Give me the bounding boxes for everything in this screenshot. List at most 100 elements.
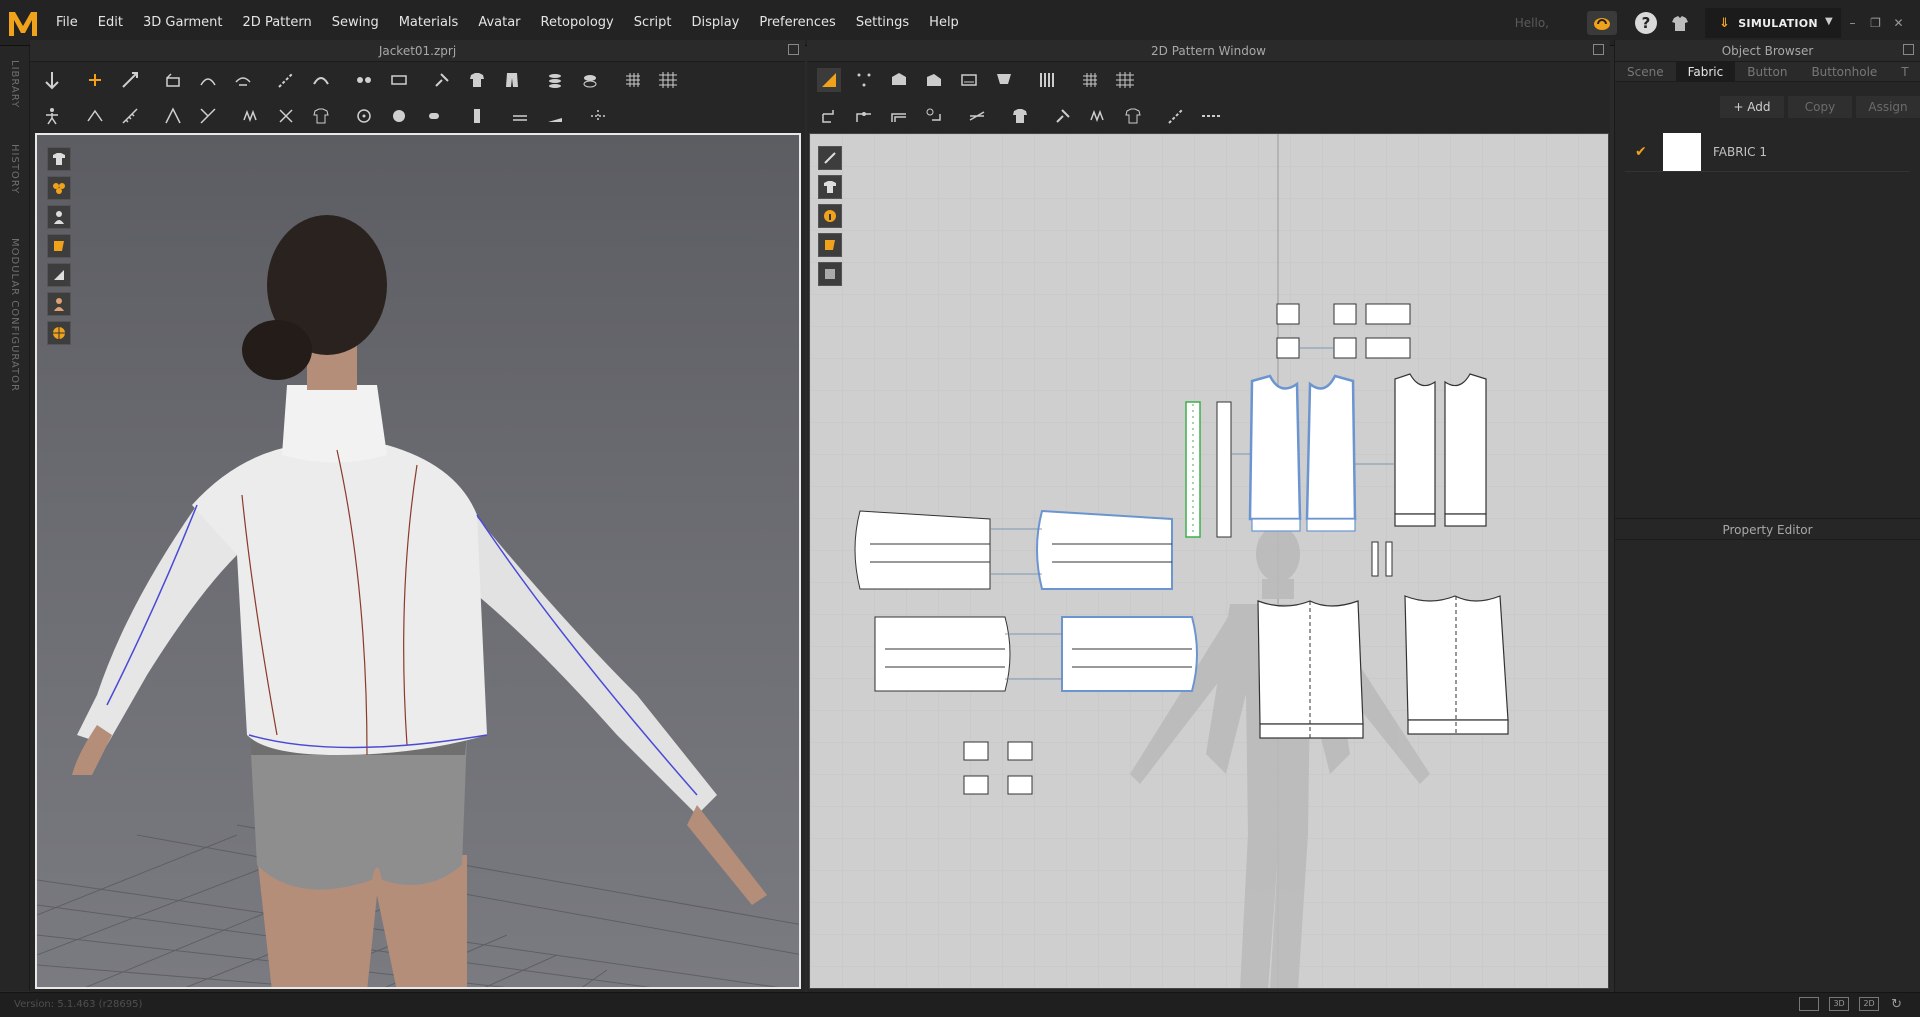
- puckering-2d-icon[interactable]: [1086, 104, 1110, 128]
- environment-icon[interactable]: [47, 321, 71, 345]
- tack-icon[interactable]: [352, 68, 376, 92]
- fabric-2d-icon[interactable]: [818, 233, 842, 257]
- info-icon[interactable]: [818, 204, 842, 228]
- buttonhole-icon[interactable]: [422, 104, 446, 128]
- menu-2d-pattern[interactable]: 2D Pattern: [233, 0, 322, 46]
- flatten-icon[interactable]: [231, 68, 255, 92]
- polygon-icon[interactable]: [922, 68, 946, 92]
- shading-icon[interactable]: [47, 263, 71, 287]
- pattern-display-icon[interactable]: [818, 146, 842, 170]
- menu-file[interactable]: File: [46, 0, 88, 46]
- internal-shape-icon[interactable]: [992, 68, 1016, 92]
- tab-library[interactable]: LIBRARY: [9, 60, 20, 108]
- puckering-icon[interactable]: [239, 104, 263, 128]
- fold-3d-icon[interactable]: [196, 68, 220, 92]
- menu-script[interactable]: Script: [624, 0, 682, 46]
- segment-line-icon[interactable]: [1164, 104, 1188, 128]
- layer-icon[interactable]: [578, 68, 602, 92]
- stack-2d-icon[interactable]: [818, 262, 842, 286]
- refresh-icon[interactable]: ↻: [1891, 997, 1902, 1012]
- dashed-line-icon[interactable]: [1199, 104, 1223, 128]
- add-fabric-button[interactable]: + Add: [1720, 96, 1784, 118]
- pin-icon[interactable]: [430, 68, 454, 92]
- tab-history[interactable]: HISTORY: [9, 144, 20, 194]
- layout-3d-button[interactable]: 3D: [1829, 997, 1850, 1011]
- copy-fabric-button[interactable]: Copy: [1788, 96, 1852, 118]
- menu-avatar[interactable]: Avatar: [468, 0, 530, 46]
- menu-help[interactable]: Help: [919, 0, 969, 46]
- texture-display-icon[interactable]: [47, 176, 71, 200]
- edit-tack-icon[interactable]: [387, 68, 411, 92]
- select-button-icon[interactable]: [387, 104, 411, 128]
- close-icon[interactable]: ✕: [1887, 16, 1910, 30]
- avatar-settings-icon[interactable]: [1669, 12, 1691, 34]
- fit-shirt-icon[interactable]: [1008, 104, 1032, 128]
- avatar-pose-icon[interactable]: [40, 104, 64, 128]
- seam-taping-icon[interactable]: [543, 104, 567, 128]
- avatar-display-icon[interactable]: [47, 205, 71, 229]
- button-icon[interactable]: [352, 104, 376, 128]
- restore-icon[interactable]: ❐: [1864, 16, 1887, 30]
- add-point-icon[interactable]: [852, 104, 876, 128]
- assign-fabric-button[interactable]: Assign: [1856, 96, 1920, 118]
- popout-icon[interactable]: [1903, 44, 1914, 55]
- edit-avatar-icon[interactable]: [83, 104, 107, 128]
- cloud-icon[interactable]: [1587, 11, 1617, 35]
- help-icon[interactable]: ?: [1635, 12, 1657, 34]
- shirt-outline-icon[interactable]: [309, 104, 333, 128]
- edit-pattern-icon[interactable]: [817, 68, 841, 92]
- sewing-line-icon[interactable]: [196, 104, 220, 128]
- grid-large-2d-icon[interactable]: [1113, 68, 1137, 92]
- edit-point-icon[interactable]: [852, 68, 876, 92]
- minimize-icon[interactable]: –: [1841, 16, 1864, 30]
- tab-truncated[interactable]: T: [1889, 62, 1920, 81]
- fabric-display-icon[interactable]: [47, 234, 71, 258]
- tab-fabric[interactable]: Fabric: [1675, 62, 1736, 81]
- garment-2d-icon[interactable]: [818, 175, 842, 199]
- skin-display-icon[interactable]: [47, 292, 71, 316]
- transform-2d-icon[interactable]: [817, 104, 841, 128]
- menu-preferences[interactable]: Preferences: [749, 0, 845, 46]
- edit-curvature-icon[interactable]: [887, 68, 911, 92]
- free-sewing-icon[interactable]: [309, 68, 333, 92]
- menu-retopology[interactable]: Retopology: [531, 0, 624, 46]
- tab-buttonhole[interactable]: Buttonhole: [1799, 62, 1889, 81]
- menu-materials[interactable]: Materials: [389, 0, 469, 46]
- 3d-viewport[interactable]: [35, 133, 801, 989]
- menu-edit[interactable]: Edit: [88, 0, 133, 46]
- grid-small-icon[interactable]: [621, 68, 645, 92]
- arrangement-point-icon[interactable]: [161, 104, 185, 128]
- tab-modular-configurator[interactable]: MODULAR CONFIGURATOR: [9, 238, 20, 392]
- strap-icon[interactable]: [586, 104, 610, 128]
- menu-settings[interactable]: Settings: [846, 0, 919, 46]
- fabric-list-item[interactable]: ✔ FABRIC 1: [1625, 132, 1910, 172]
- fold-2d-icon[interactable]: [1051, 104, 1075, 128]
- menu-sewing[interactable]: Sewing: [322, 0, 389, 46]
- simulation-mode-selector[interactable]: ⇓ SIMULATION ▼: [1705, 8, 1841, 38]
- zipper-icon[interactable]: [465, 104, 489, 128]
- pants-icon[interactable]: [500, 68, 524, 92]
- grid-small-2d-icon[interactable]: [1078, 68, 1102, 92]
- grid-large-icon[interactable]: [656, 68, 680, 92]
- shirt-icon[interactable]: [465, 68, 489, 92]
- sew-pattern-icon[interactable]: [965, 104, 989, 128]
- measure-icon[interactable]: [118, 104, 142, 128]
- select-move-icon[interactable]: [40, 68, 64, 92]
- tape-icon[interactable]: [274, 104, 298, 128]
- trace-icon[interactable]: [922, 104, 946, 128]
- select-mesh-icon[interactable]: [118, 68, 142, 92]
- popout-icon[interactable]: [1593, 44, 1604, 55]
- garment-display-icon[interactable]: [47, 147, 71, 171]
- topstitch-icon[interactable]: [508, 104, 532, 128]
- 2d-pattern-viewport[interactable]: [809, 133, 1609, 989]
- menu-3d-garment[interactable]: 3D Garment: [133, 0, 233, 46]
- tab-button[interactable]: Button: [1735, 62, 1799, 81]
- tab-scene[interactable]: Scene: [1615, 62, 1676, 81]
- fold-arrangement-icon[interactable]: [161, 68, 185, 92]
- offset-icon[interactable]: [887, 104, 911, 128]
- rectangle-icon[interactable]: [957, 68, 981, 92]
- pleats-icon[interactable]: [1035, 68, 1059, 92]
- layout-2d-button[interactable]: 2D: [1859, 997, 1880, 1011]
- shirt-2d-outline-icon[interactable]: [1121, 104, 1145, 128]
- layout-split-button[interactable]: [1799, 997, 1820, 1011]
